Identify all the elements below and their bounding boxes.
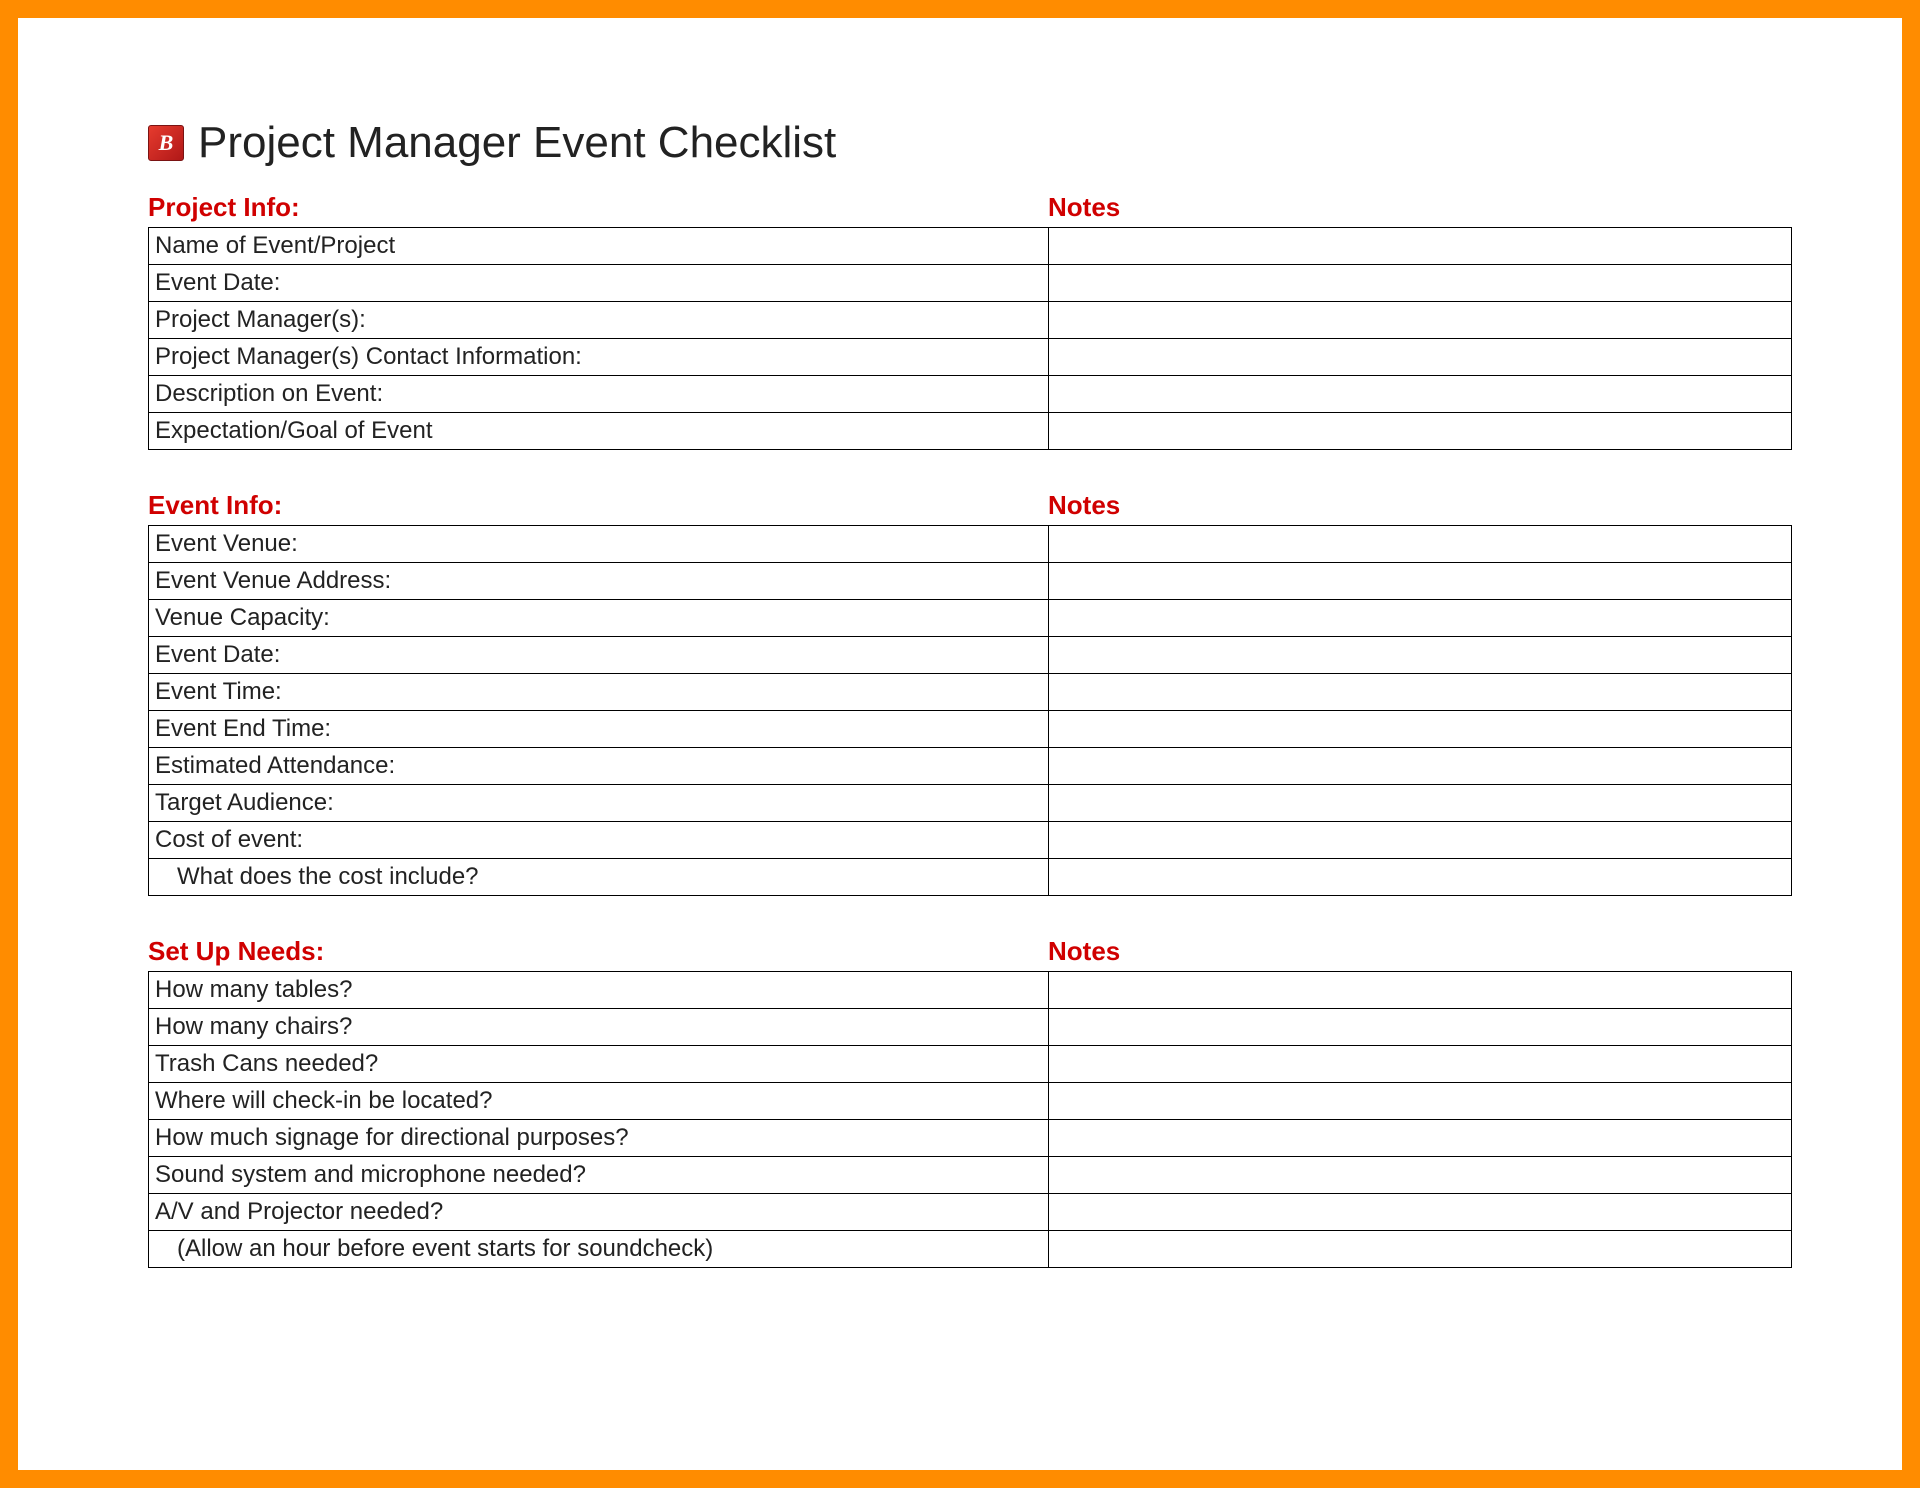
row-label: Target Audience:: [149, 785, 1049, 821]
row-notes-cell[interactable]: [1049, 822, 1791, 858]
document-frame: B Project Manager Event Checklist Projec…: [0, 0, 1920, 1488]
row-notes-cell[interactable]: [1049, 972, 1791, 1008]
logo-icon: B: [148, 125, 184, 161]
section-header-event-info: Event Info: Notes: [148, 490, 1792, 521]
table-row: Event Date:: [149, 637, 1791, 674]
row-label: How many tables?: [149, 972, 1049, 1008]
table-row: Project Manager(s) Contact Information:: [149, 339, 1791, 376]
row-label: Event Venue Address:: [149, 563, 1049, 599]
row-label: Event Date:: [149, 265, 1049, 301]
table-row: Project Manager(s):: [149, 302, 1791, 339]
table-row: Where will check-in be located?: [149, 1083, 1791, 1120]
row-label: (Allow an hour before event starts for s…: [149, 1231, 1049, 1267]
row-label: Expectation/Goal of Event: [149, 413, 1049, 449]
row-label: What does the cost include?: [149, 859, 1049, 895]
row-label: Event Date:: [149, 637, 1049, 673]
section-project-info: Project Info: Notes Name of Event/Projec…: [148, 192, 1792, 450]
row-notes-cell[interactable]: [1049, 1194, 1791, 1230]
row-notes-cell[interactable]: [1049, 785, 1791, 821]
section-heading: Project Info:: [148, 192, 1048, 223]
row-label: Event End Time:: [149, 711, 1049, 747]
table-row: Venue Capacity:: [149, 600, 1791, 637]
table-row: Target Audience:: [149, 785, 1791, 822]
table-row: Sound system and microphone needed?: [149, 1157, 1791, 1194]
row-notes-cell[interactable]: [1049, 265, 1791, 301]
table-event-info: Event Venue: Event Venue Address: Venue …: [148, 525, 1792, 896]
row-notes-cell[interactable]: [1049, 413, 1791, 449]
row-notes-cell[interactable]: [1049, 674, 1791, 710]
table-row: (Allow an hour before event starts for s…: [149, 1231, 1791, 1268]
row-notes-cell[interactable]: [1049, 376, 1791, 412]
table-row: How much signage for directional purpose…: [149, 1120, 1791, 1157]
row-label: Event Time:: [149, 674, 1049, 710]
notes-heading: Notes: [1048, 192, 1792, 223]
table-row: How many chairs?: [149, 1009, 1791, 1046]
row-label: Project Manager(s) Contact Information:: [149, 339, 1049, 375]
table-row: Event Date:: [149, 265, 1791, 302]
row-label: Where will check-in be located?: [149, 1083, 1049, 1119]
row-notes-cell[interactable]: [1049, 339, 1791, 375]
section-header-project-info: Project Info: Notes: [148, 192, 1792, 223]
row-notes-cell[interactable]: [1049, 637, 1791, 673]
section-event-info: Event Info: Notes Event Venue: Event Ven…: [148, 490, 1792, 896]
row-notes-cell[interactable]: [1049, 302, 1791, 338]
table-set-up-needs: How many tables? How many chairs? Trash …: [148, 971, 1792, 1268]
row-label: Description on Event:: [149, 376, 1049, 412]
row-notes-cell[interactable]: [1049, 526, 1791, 562]
section-heading: Event Info:: [148, 490, 1048, 521]
table-row: Name of Event/Project: [149, 228, 1791, 265]
section-heading: Set Up Needs:: [148, 936, 1048, 967]
notes-heading: Notes: [1048, 490, 1792, 521]
row-label: Venue Capacity:: [149, 600, 1049, 636]
table-project-info: Name of Event/Project Event Date: Projec…: [148, 227, 1792, 450]
row-notes-cell[interactable]: [1049, 1009, 1791, 1045]
table-row: A/V and Projector needed?: [149, 1194, 1791, 1231]
table-row: Cost of event:: [149, 822, 1791, 859]
notes-heading: Notes: [1048, 936, 1792, 967]
row-notes-cell[interactable]: [1049, 1083, 1791, 1119]
table-row: What does the cost include?: [149, 859, 1791, 896]
row-label: Estimated Attendance:: [149, 748, 1049, 784]
row-label: How much signage for directional purpose…: [149, 1120, 1049, 1156]
table-row: Estimated Attendance:: [149, 748, 1791, 785]
row-label: A/V and Projector needed?: [149, 1194, 1049, 1230]
row-notes-cell[interactable]: [1049, 600, 1791, 636]
table-row: Trash Cans needed?: [149, 1046, 1791, 1083]
table-row: Event End Time:: [149, 711, 1791, 748]
row-notes-cell[interactable]: [1049, 1120, 1791, 1156]
table-row: Event Time:: [149, 674, 1791, 711]
row-notes-cell[interactable]: [1049, 1231, 1791, 1267]
row-label: Event Venue:: [149, 526, 1049, 562]
row-notes-cell[interactable]: [1049, 1157, 1791, 1193]
row-notes-cell[interactable]: [1049, 228, 1791, 264]
table-row: Event Venue Address:: [149, 563, 1791, 600]
table-row: How many tables?: [149, 972, 1791, 1009]
row-label: Project Manager(s):: [149, 302, 1049, 338]
row-label: Sound system and microphone needed?: [149, 1157, 1049, 1193]
title-row: B Project Manager Event Checklist: [148, 118, 1792, 168]
row-notes-cell[interactable]: [1049, 563, 1791, 599]
row-notes-cell[interactable]: [1049, 859, 1791, 895]
row-label: Cost of event:: [149, 822, 1049, 858]
section-set-up-needs: Set Up Needs: Notes How many tables? How…: [148, 936, 1792, 1268]
table-row: Expectation/Goal of Event: [149, 413, 1791, 450]
row-notes-cell[interactable]: [1049, 711, 1791, 747]
row-label: Trash Cans needed?: [149, 1046, 1049, 1082]
table-row: Event Venue:: [149, 526, 1791, 563]
section-header-set-up-needs: Set Up Needs: Notes: [148, 936, 1792, 967]
document-title: Project Manager Event Checklist: [198, 118, 836, 168]
row-label: Name of Event/Project: [149, 228, 1049, 264]
row-label: How many chairs?: [149, 1009, 1049, 1045]
row-notes-cell[interactable]: [1049, 1046, 1791, 1082]
row-notes-cell[interactable]: [1049, 748, 1791, 784]
table-row: Description on Event:: [149, 376, 1791, 413]
